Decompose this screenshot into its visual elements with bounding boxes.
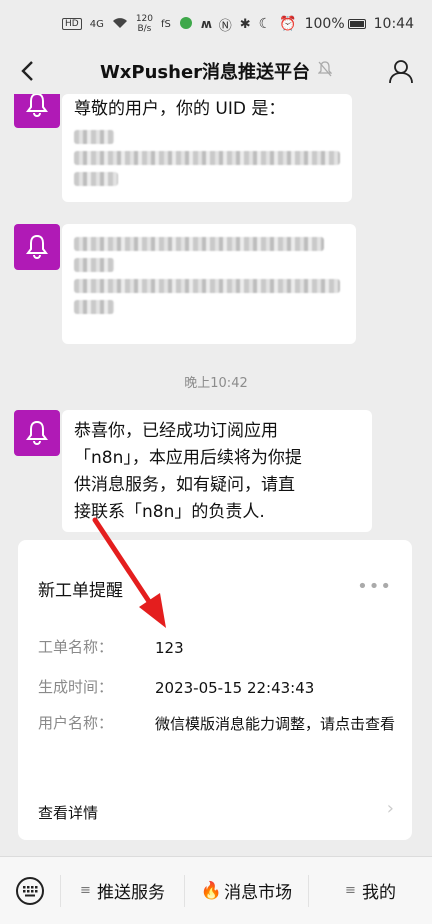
field-label: 生成时间： (38, 678, 114, 696)
message-timestamp: 晚上10:42 (184, 376, 248, 391)
blurred-text (74, 151, 340, 165)
m-notification-icon: ʍ (200, 17, 212, 31)
battery-icon: 100% (305, 16, 366, 32)
blurred-text (74, 237, 324, 251)
card-field-row: 用户名称： 微信模版消息能力调整，请点击查看 (38, 712, 395, 737)
status-bar: HD 4G 120 B/s fS ʍ Ⓝ ✱ ☾ ⏰ 100% 10:44 (0, 0, 432, 48)
person-icon (389, 60, 413, 84)
bell-icon (26, 94, 48, 117)
page-title: WxPusher消息推送平台 (100, 58, 333, 84)
blurred-text (74, 172, 118, 186)
fire-icon: 🔥 (200, 880, 223, 901)
avatar[interactable] (14, 94, 60, 128)
blurred-text (74, 258, 114, 272)
app-notification-icon (179, 16, 193, 33)
extra-indicator: fS (161, 18, 171, 30)
message-text: 供消息服务，如有疑问，请直 (74, 475, 295, 495)
bluetooth-icon: ✱ (239, 16, 251, 32)
field-label: 用户名称： (38, 714, 114, 732)
message-text: 恭喜你，已经成功订阅应用 (74, 421, 278, 441)
menu-item-push-service[interactable]: ≡ 推送服务 (60, 874, 184, 907)
bottom-menu-bar: ≡ 推送服务 🔥 消息市场 ≡ 我的 (0, 856, 432, 924)
wifi-icon (112, 17, 128, 32)
blurred-text (74, 279, 340, 293)
message-item (14, 410, 60, 456)
nav-bar: WxPusher消息推送平台 (0, 48, 432, 94)
message-text: 「n8n」，本应用后续将为你提 (74, 448, 302, 468)
message-text: 尊敬的用户，你的 UID 是： (74, 99, 286, 119)
network-speed: 120 B/s (135, 14, 154, 34)
chevron-left-icon (21, 61, 33, 81)
keyboard-toggle-button[interactable] (0, 876, 60, 906)
blurred-text (74, 300, 114, 314)
back-button[interactable] (12, 56, 42, 86)
nfc-icon: Ⓝ (218, 18, 232, 34)
template-message-card[interactable]: 新工单提醒 ••• 工单名称： 123 生成时间： 2023-05-15 22:… (18, 540, 412, 840)
field-value: 2023-05-15 22:43:43 (155, 679, 315, 697)
card-field-row: 工单名称： 123 (38, 636, 395, 661)
menu-item-mine[interactable]: ≡ 我的 (308, 874, 432, 907)
list-icon: ≡ (80, 883, 91, 898)
keyboard-icon (16, 876, 44, 905)
chevron-right-icon: › (386, 798, 394, 819)
profile-button[interactable] (388, 58, 414, 84)
field-value: 微信模版消息能力调整，请点击查看 (155, 715, 396, 733)
menu-item-message-market[interactable]: 🔥 消息市场 (184, 874, 308, 907)
card-title: 新工单提醒 (38, 581, 123, 601)
clock: 10:44 (373, 16, 414, 32)
hd-badge: HD (62, 18, 82, 30)
more-options-icon[interactable]: ••• (357, 576, 392, 597)
message-text: 接联系「n8n」的负责人. (74, 502, 265, 522)
blurred-text (74, 130, 114, 144)
message-bubble[interactable] (62, 224, 356, 344)
status-left: HD 4G 120 B/s fS ʍ (62, 14, 212, 34)
mute-bell-icon (317, 61, 333, 81)
signal-label: 4G (89, 18, 104, 30)
list-icon: ≡ (345, 883, 356, 898)
avatar[interactable] (14, 410, 60, 456)
message-bubble[interactable]: 尊敬的用户，你的 UID 是： (62, 94, 352, 202)
bell-icon (26, 420, 48, 445)
field-value: 123 (155, 639, 184, 657)
do-not-disturb-icon: ☾ (258, 16, 272, 32)
view-details-link[interactable]: 查看详情 (38, 802, 98, 823)
field-label: 工单名称： (38, 638, 114, 656)
bell-icon (26, 234, 48, 259)
avatar[interactable] (14, 224, 60, 270)
alarm-icon: ⏰ (279, 16, 297, 32)
status-right: Ⓝ ✱ ☾ ⏰ 100% 10:44 (219, 15, 414, 34)
chat-area[interactable]: 尊敬的用户，你的 UID 是： 晚上10:42 恭喜你，已经成功订阅应用 「n8… (0, 94, 432, 856)
card-field-row: 生成时间： 2023-05-15 22:43:43 (38, 676, 395, 701)
message-bubble[interactable]: 恭喜你，已经成功订阅应用 「n8n」，本应用后续将为你提 供消息服务，如有疑问，… (62, 410, 372, 532)
message-item (14, 94, 60, 128)
message-item (14, 224, 60, 270)
